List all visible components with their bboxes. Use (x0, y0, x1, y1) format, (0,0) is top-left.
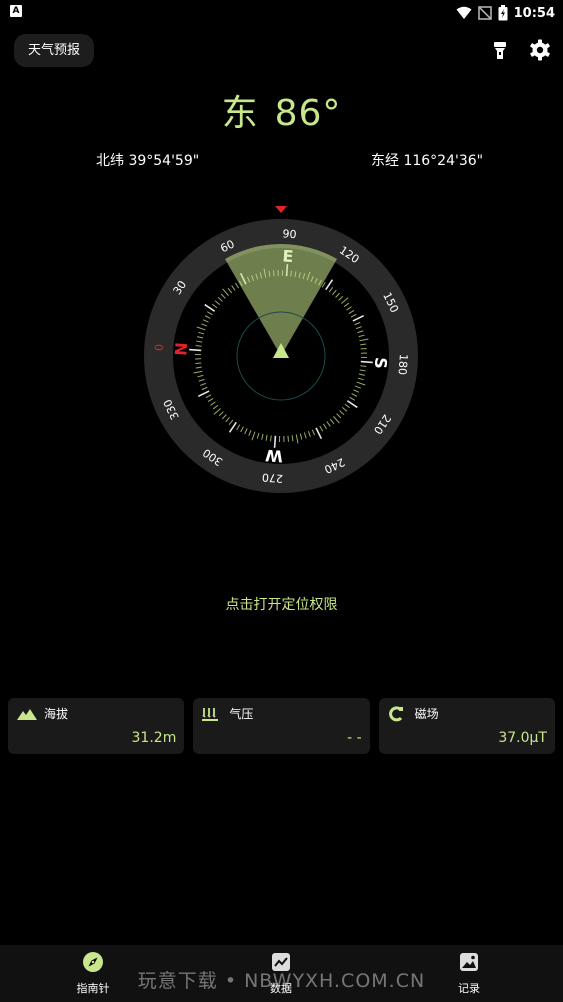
pressure-card: 气压 - - (193, 698, 370, 754)
cardinal-west: W (264, 446, 283, 466)
notification-icon: A (10, 5, 22, 17)
magnet-icon (388, 705, 403, 721)
heading-degrees: 86° (274, 93, 342, 134)
altitude-card: 海拔 31.2m (8, 698, 185, 754)
card-value: 37.0μT (498, 730, 547, 746)
battery-icon (498, 5, 508, 21)
settings-gear-icon[interactable] (528, 38, 552, 62)
latitude-text: 北纬 39°54'59" (96, 153, 200, 169)
longitude-text: 东经 116°24'36" (371, 153, 484, 169)
heading-direction: 东 (221, 93, 259, 134)
card-value: - - (347, 730, 362, 746)
pressure-icon (202, 707, 219, 721)
no-signal-icon (477, 6, 492, 20)
ring-number: 180 (395, 354, 409, 376)
mountain-icon (17, 708, 37, 720)
status-bar: A 10:54 (0, 0, 563, 26)
flashlight-icon[interactable] (488, 38, 512, 62)
heading-readout: 东 86° (0, 84, 563, 136)
ring-number: 90 (282, 227, 297, 241)
ring-number: 270 (262, 470, 284, 484)
compass-dial: 0306090120150180210240270300330 NESW (144, 206, 418, 493)
card-label: 气压 (229, 707, 254, 721)
wifi-icon (456, 6, 472, 19)
watermark-text: 玩意下载 • NBWYXH.COM.CN (137, 970, 426, 992)
cardinal-north: N (171, 342, 191, 357)
sensor-cards: 海拔 31.2m 气压 - - 磁场 37.0μT (8, 698, 555, 754)
ring-number: 0 (153, 344, 166, 352)
card-label: 磁场 (414, 707, 439, 721)
heading-pointer-icon (275, 206, 287, 213)
weather-forecast-button[interactable]: 天气预报 (14, 34, 94, 67)
location-permission-link[interactable]: 点击打开定位权限 (0, 594, 563, 614)
cardinal-south: S (371, 357, 391, 370)
magnetic-field-card: 磁场 37.0μT (378, 698, 555, 754)
status-time: 10:54 (513, 5, 555, 21)
card-label: 海拔 (44, 707, 69, 721)
card-value: 31.2m (131, 730, 177, 746)
